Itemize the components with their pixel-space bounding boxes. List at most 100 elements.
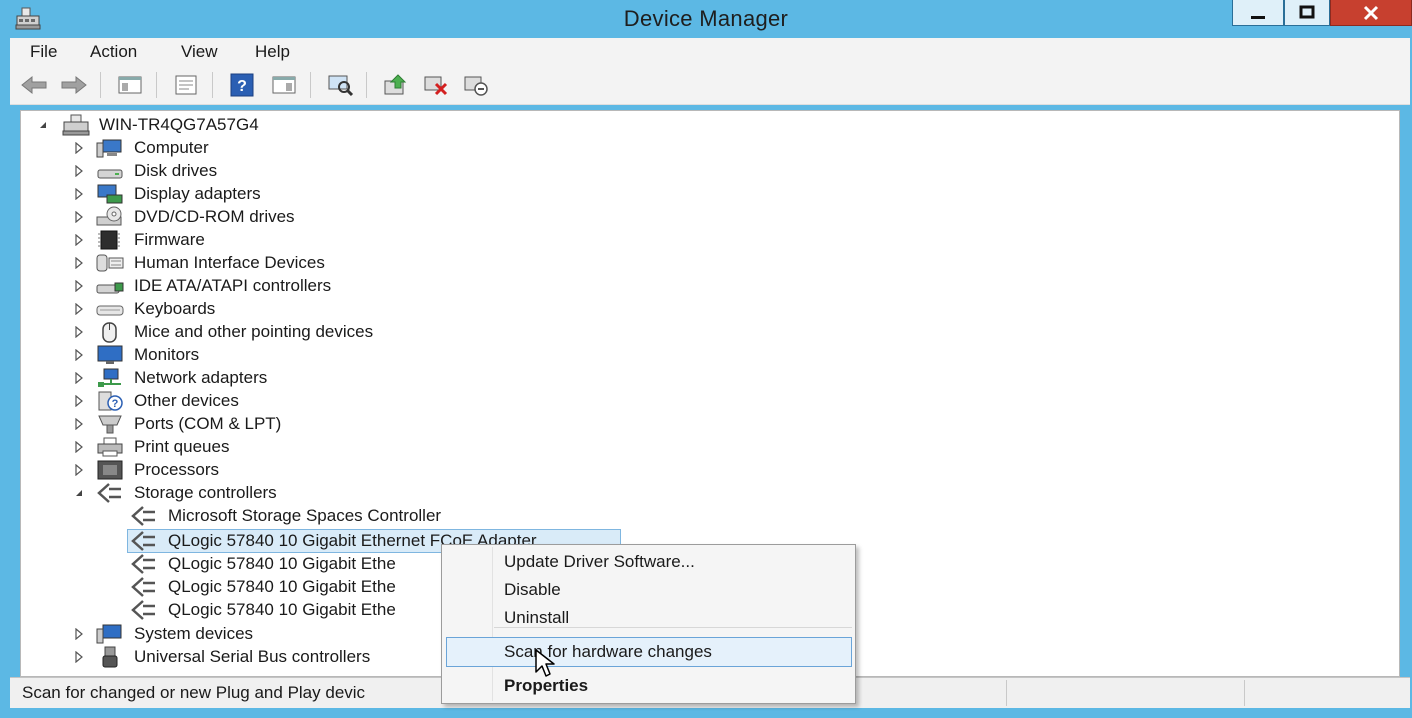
storage-controller-icon xyxy=(129,576,159,598)
menu-update-driver-software[interactable]: Update Driver Software... xyxy=(504,552,695,572)
tree-item-label: IDE ATA/ATAPI controllers xyxy=(134,276,332,295)
close-button[interactable] xyxy=(1330,0,1412,26)
tree-item-storage-child[interactable]: Microsoft Storage Spaces Controller xyxy=(21,505,541,527)
expand-arrow-icon[interactable] xyxy=(73,256,85,270)
tree-item-disk-drives[interactable]: Disk drives xyxy=(21,160,421,182)
forward-arrow-icon xyxy=(61,75,87,95)
expand-arrow-icon[interactable] xyxy=(73,440,85,454)
expand-arrow-icon[interactable] xyxy=(73,325,85,339)
expand-arrow-icon[interactable] xyxy=(73,650,85,664)
expand-arrow-icon[interactable] xyxy=(73,371,85,385)
expand-arrow-icon[interactable] xyxy=(73,627,85,641)
menu-uninstall[interactable]: Uninstall xyxy=(504,608,569,628)
collapse-arrow-icon[interactable] xyxy=(73,486,85,500)
tree-item-system-devices[interactable]: System devices xyxy=(21,623,441,645)
toolbar-separator xyxy=(100,72,101,98)
processor-icon xyxy=(95,459,125,481)
scan-monitor-icon xyxy=(328,75,354,97)
tree-item-label: Mice and other pointing devices xyxy=(134,322,374,341)
port-connector-icon xyxy=(95,413,125,435)
storage-controller-icon xyxy=(129,530,159,552)
tree-item-label: Computer xyxy=(134,138,209,157)
expand-arrow-icon[interactable] xyxy=(73,417,85,431)
tree-item-usb-controllers[interactable]: Universal Serial Bus controllers xyxy=(21,646,441,668)
tree-item-display-adapters[interactable]: Display adapters xyxy=(21,183,421,205)
tree-item-label: Firmware xyxy=(134,230,205,249)
tree-item-processors[interactable]: Processors xyxy=(21,459,421,481)
collapse-arrow-icon[interactable] xyxy=(37,118,49,132)
storage-controller-icon xyxy=(95,482,125,504)
tree-item-label: Keyboards xyxy=(134,299,216,318)
tree-item-keyboards[interactable]: Keyboards xyxy=(21,298,421,320)
disable-device-icon xyxy=(464,76,488,96)
mouse-cursor-icon xyxy=(534,648,556,680)
forward-button[interactable] xyxy=(60,72,88,98)
menu-bar: File Action View Help xyxy=(10,38,1410,66)
tree-item-storage-child[interactable]: QLogic 57840 10 Gigabit Ethe xyxy=(21,576,441,598)
tree-item-firmware[interactable]: Firmware xyxy=(21,229,421,251)
usb-icon xyxy=(95,646,125,668)
tree-item-label: Universal Serial Bus controllers xyxy=(134,647,371,666)
window-title: Device Manager xyxy=(623,6,789,31)
tree-root[interactable]: WIN-TR4QG7A57G4 xyxy=(21,114,421,136)
hid-icon xyxy=(95,252,125,274)
expand-arrow-icon[interactable] xyxy=(73,394,85,408)
action-pane-button[interactable] xyxy=(270,72,298,98)
tree-item-monitors[interactable]: Monitors xyxy=(21,344,421,366)
tree-item-other-devices[interactable]: ? Other devices xyxy=(21,390,421,412)
minimize-icon xyxy=(1251,15,1265,19)
expand-arrow-icon[interactable] xyxy=(73,164,85,178)
tree-item-dvd-cd-rom-drives[interactable]: DVD/CD-ROM drives xyxy=(21,206,421,228)
toolbar-separator xyxy=(366,72,367,98)
tree-item-mice[interactable]: Mice and other pointing devices xyxy=(21,321,421,343)
expand-arrow-icon[interactable] xyxy=(73,141,85,155)
disable-toolbar-button[interactable] xyxy=(462,72,490,98)
tree-item-print-queues[interactable]: Print queues xyxy=(21,436,421,458)
tree-item-label: Disk drives xyxy=(134,161,218,180)
menu-view[interactable]: View xyxy=(181,42,218,62)
back-button[interactable] xyxy=(20,72,48,98)
maximize-button[interactable] xyxy=(1284,0,1330,26)
update-driver-toolbar-button[interactable] xyxy=(382,72,410,98)
expand-arrow-icon[interactable] xyxy=(73,302,85,316)
expand-arrow-icon[interactable] xyxy=(73,348,85,362)
storage-controller-icon xyxy=(129,505,159,527)
title-bar[interactable]: Device Manager xyxy=(0,0,1412,38)
context-menu-separator xyxy=(494,627,852,628)
tree-item-storage-child[interactable]: QLogic 57840 10 Gigabit Ethe xyxy=(21,599,441,621)
tree-item-ports[interactable]: Ports (COM & LPT) xyxy=(21,413,421,435)
show-hide-console-tree-button[interactable] xyxy=(116,72,144,98)
menu-help[interactable]: Help xyxy=(255,42,290,62)
unknown-device-icon: ? xyxy=(95,390,125,412)
system-devices-icon xyxy=(95,623,125,645)
tree-item-label: Other devices xyxy=(134,391,239,410)
expand-arrow-icon[interactable] xyxy=(73,210,85,224)
disk-drive-icon xyxy=(95,160,125,182)
help-toolbar-button[interactable]: ? xyxy=(228,72,256,98)
expand-arrow-icon[interactable] xyxy=(73,463,85,477)
minimize-button[interactable] xyxy=(1232,0,1284,26)
dvd-drive-icon xyxy=(95,206,125,228)
menu-disable[interactable]: Disable xyxy=(504,580,561,600)
menu-file[interactable]: File xyxy=(30,42,57,62)
tree-item-label: Processors xyxy=(134,460,220,479)
tree-item-human-interface-devices[interactable]: Human Interface Devices xyxy=(21,252,421,274)
tree-item-storage-controllers[interactable]: Storage controllers xyxy=(21,482,421,504)
computer-icon xyxy=(95,137,125,159)
svg-text:?: ? xyxy=(112,398,119,410)
storage-controller-icon xyxy=(129,553,159,575)
tree-item-network-adapters[interactable]: Network adapters xyxy=(21,367,421,389)
ide-controller-icon xyxy=(95,275,125,297)
status-text: Scan for changed or new Plug and Play de… xyxy=(22,683,366,702)
expand-arrow-icon[interactable] xyxy=(73,233,85,247)
menu-action[interactable]: Action xyxy=(90,42,137,62)
scan-hardware-toolbar-button[interactable] xyxy=(326,72,354,98)
expand-arrow-icon[interactable] xyxy=(73,187,85,201)
expand-arrow-icon[interactable] xyxy=(73,279,85,293)
tree-item-ide-ata-atapi-controllers[interactable]: IDE ATA/ATAPI controllers xyxy=(21,275,421,297)
uninstall-toolbar-button[interactable] xyxy=(422,72,450,98)
tree-item-computer[interactable]: Computer xyxy=(21,137,421,159)
tree-item-storage-child[interactable]: QLogic 57840 10 Gigabit Ethe xyxy=(21,553,441,575)
computer-network-icon xyxy=(61,114,91,136)
properties-toolbar-button[interactable] xyxy=(172,72,200,98)
